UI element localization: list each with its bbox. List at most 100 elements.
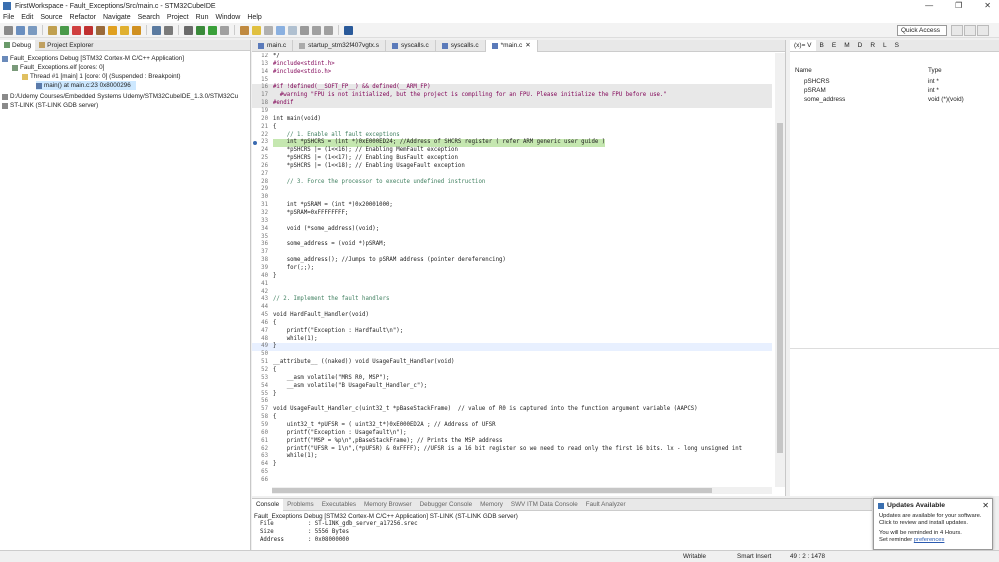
code-line[interactable]: 55} (252, 391, 772, 399)
tab-modules[interactable]: M (840, 40, 853, 51)
code-line[interactable]: 64} (252, 461, 772, 469)
variable-row[interactable]: pSRAM int * (790, 87, 999, 96)
tab-swv-itm[interactable]: SWV ITM Data Console (507, 501, 582, 508)
perspective-cpp-button[interactable] (951, 25, 963, 36)
next-annotation-icon[interactable] (300, 25, 309, 35)
code-line[interactable]: 14 #include<stdio.h> (252, 69, 772, 77)
tab-variables[interactable]: (x)= V (790, 40, 816, 51)
tab-registers[interactable]: R (866, 40, 879, 51)
tab-main-c[interactable]: main.c (252, 40, 294, 52)
tab-executables[interactable]: Executables (318, 501, 360, 508)
code-line[interactable]: 38 some_address(); //Jumps to pSRAM addr… (252, 257, 772, 265)
forward-icon[interactable] (324, 25, 333, 35)
new-icon[interactable] (4, 25, 13, 35)
code-line[interactable]: 65 (252, 469, 772, 477)
open-type-icon[interactable] (240, 25, 249, 35)
code-line[interactable]: 51 __attribute__ ((naked)) void UsageFaul… (252, 359, 772, 367)
code-line[interactable]: 29 (252, 186, 772, 194)
code-line[interactable]: 28 // 3. Force the processor to execute … (252, 179, 772, 187)
menu-help[interactable]: Help (247, 14, 261, 21)
code-line[interactable]: 16 #if !defined(__SOFT_FP__) && defined(_… (252, 84, 772, 93)
code-line[interactable]: 44 (252, 304, 772, 312)
code-line[interactable]: 12 */ (252, 53, 772, 61)
code-line[interactable]: 31 int *pSRAM = (int *)0x20001000; (252, 202, 772, 210)
menu-run[interactable]: Run (196, 14, 209, 21)
code-line[interactable]: 18 #endif (252, 100, 772, 108)
tab-syscalls-2[interactable]: syscalls.c (436, 40, 486, 52)
tree-stack-frame[interactable]: main() at main.c:23 0x8000296 (36, 81, 136, 90)
code-line[interactable]: 23 int *pSHCRS = (int *)0xE000ED24; //Ad… (252, 139, 772, 148)
code-line[interactable]: 45 void HardFault_Handler(void) (252, 312, 772, 320)
preferences-link[interactable]: preferences (914, 537, 945, 543)
menu-search[interactable]: Search (138, 14, 160, 21)
tab-main-c-active[interactable]: *main.c ✕ (485, 40, 538, 52)
step-into-icon[interactable] (108, 25, 117, 35)
code-line[interactable]: 46 { (252, 320, 772, 328)
menu-navigate[interactable]: Navigate (103, 14, 131, 21)
editor-horizontal-scrollbar[interactable] (272, 487, 772, 494)
close-tab-icon[interactable]: ✕ (525, 40, 530, 52)
maximize-button[interactable]: ❐ (955, 1, 962, 10)
tree-elf[interactable]: Fault_Exceptions.elf [cores: 0] (12, 63, 104, 72)
back-icon[interactable] (312, 25, 321, 35)
external-tools-icon[interactable] (220, 25, 229, 35)
tree-thread[interactable]: Thread #1 [main] 1 [core: 0] (Suspended … (22, 72, 181, 81)
tree-gdb-path[interactable]: D:/Udemy Courses/Embedded Systems Udemy/… (2, 92, 238, 101)
code-line[interactable]: 36 some_address = (void *)pSRAM; (252, 241, 772, 249)
code-line[interactable]: 50 (252, 351, 772, 359)
tab-debugger-console[interactable]: Debugger Console (416, 501, 477, 508)
code-text-area[interactable]: 12 */ 13 #include<stdint.h> 14 #include<stdio… (252, 53, 772, 487)
tab-memory-browser[interactable]: Memory Browser (360, 501, 416, 508)
code-line[interactable]: 66 (252, 477, 772, 485)
code-line[interactable]: 30 (252, 194, 772, 202)
tab-live[interactable]: L (879, 40, 891, 51)
code-line[interactable]: 49} (252, 343, 772, 352)
code-line[interactable]: 35 (252, 234, 772, 242)
search-icon[interactable] (252, 25, 261, 35)
code-line[interactable]: 56 (252, 398, 772, 406)
code-line[interactable]: 15 (252, 77, 772, 85)
save-all-icon[interactable] (28, 25, 37, 35)
step-return-icon[interactable] (132, 25, 141, 35)
tree-launch-config[interactable]: Fault_Exceptions Debug [STM32 Cortex-M C… (2, 54, 184, 63)
code-line[interactable]: 60 printf("Exception : Usagefault\n"); (252, 430, 772, 438)
menu-project[interactable]: Project (167, 14, 189, 21)
step-over-icon[interactable] (120, 25, 129, 35)
code-line[interactable]: 39 for(;;); (252, 265, 772, 273)
tab-project-explorer[interactable]: Project Explorer (35, 40, 97, 51)
restart-icon[interactable] (164, 25, 173, 35)
code-line[interactable]: 63 while(1); (252, 453, 772, 461)
tab-fault-analyzer[interactable]: Fault Analyzer (582, 501, 630, 508)
tree-stlink[interactable]: ST-LINK (ST-LINK GDB server) (2, 101, 98, 110)
terminate-icon[interactable] (84, 25, 93, 35)
annotation-icon[interactable] (264, 25, 273, 35)
variable-row[interactable]: pSHCRS int * (790, 78, 999, 87)
tab-breakpoints[interactable]: B (816, 40, 828, 51)
code-line[interactable]: 48 while(1); (252, 336, 772, 344)
tab-console[interactable]: Console (252, 498, 284, 511)
highlight-icon[interactable] (276, 25, 285, 35)
code-line[interactable]: 43 // 2. Implement the fault handlers (252, 296, 772, 304)
info-icon[interactable] (344, 25, 353, 35)
code-line[interactable]: 61 printf("MSP = %p\n",pBaseStackFrame);… (252, 438, 772, 446)
perspective-device-button[interactable] (977, 25, 989, 36)
close-button[interactable]: ✕ (984, 1, 991, 10)
code-line[interactable]: 27 (252, 171, 772, 179)
debug-run-icon[interactable] (196, 25, 205, 35)
code-line[interactable]: 33 (252, 218, 772, 226)
minimize-button[interactable]: — (925, 1, 933, 10)
menu-refactor[interactable]: Refactor (70, 14, 96, 21)
build-icon[interactable] (48, 25, 57, 35)
code-line[interactable]: 57 void UsageFault_Handler_c(uint32_t *pB… (252, 406, 772, 414)
code-line[interactable]: 26 *pSHCRS |= (1<<18); // Enabling Usage… (252, 163, 772, 171)
instruction-step-icon[interactable] (152, 25, 161, 35)
editor-vertical-scrollbar[interactable] (775, 53, 785, 487)
code-line[interactable]: 47 printf("Exception : Hardfault\n"); (252, 328, 772, 336)
code-line[interactable]: 40} (252, 273, 772, 281)
code-line[interactable]: 41 (252, 281, 772, 289)
menu-window[interactable]: Window (215, 14, 240, 21)
editor-horizontal-thumb[interactable] (272, 488, 712, 493)
code-line[interactable]: 20 int main(void) (252, 116, 772, 124)
run-icon[interactable] (208, 25, 217, 35)
quick-access-input[interactable]: Quick Access (897, 25, 947, 36)
